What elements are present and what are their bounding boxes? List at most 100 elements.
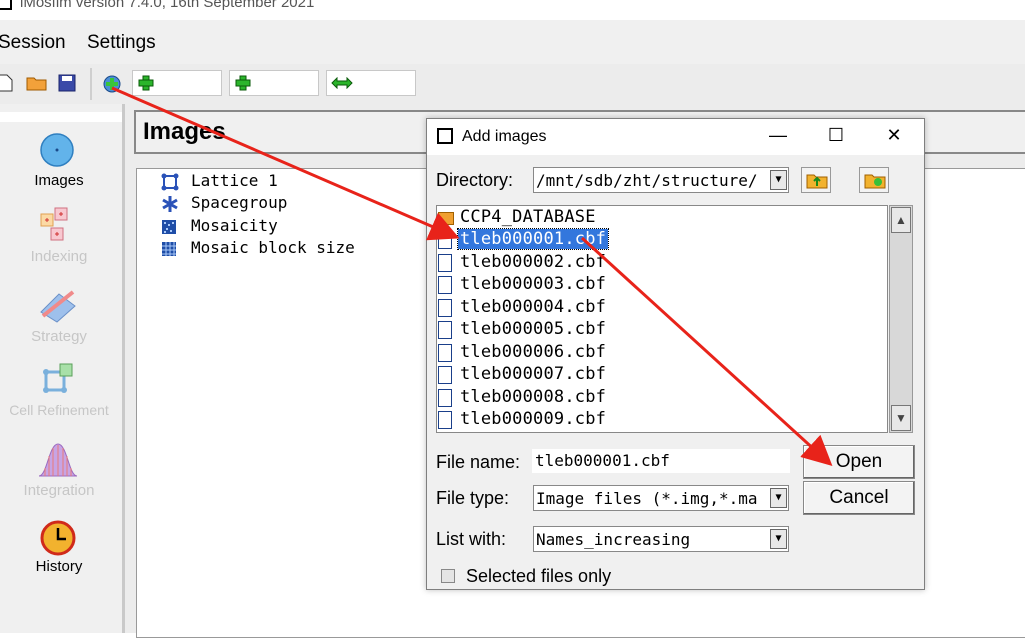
tree-label: Mosaic block size xyxy=(191,238,355,257)
toolbar xyxy=(0,64,1025,104)
add-images-dialog: Add images — ☐ ✕ Directory: /mnt/sdb/zht… xyxy=(426,118,925,590)
file-icon xyxy=(438,366,452,384)
list-with-select[interactable]: Names_increasing ▼ xyxy=(533,526,789,552)
file-type-select[interactable]: Image files (*.img,*.ma ▼ xyxy=(533,485,789,511)
add-images-icon[interactable] xyxy=(103,75,121,93)
file-name-input[interactable]: tleb000001.cbf xyxy=(532,449,790,473)
file-name: tleb000005.cbf xyxy=(460,319,607,339)
file-name: tleb000008.cbf xyxy=(460,387,607,407)
dialog-title-bar[interactable]: Add images — ☐ ✕ xyxy=(427,119,924,155)
selected-only-checkbox[interactable] xyxy=(441,569,455,583)
toolbar-separator xyxy=(90,68,92,100)
menu-settings[interactable]: Settings xyxy=(87,32,156,54)
new-folder-button[interactable] xyxy=(859,167,889,193)
mosaicity-icon xyxy=(162,220,176,234)
left-navigation-panel: Images Indexing Strategy Cell Refinement… xyxy=(0,104,125,633)
file-name: tleb000006.cbf xyxy=(460,342,607,362)
file-name-value: tleb000001.cbf xyxy=(535,451,670,470)
nav-label-integration: Integration xyxy=(23,482,95,499)
list-with-value: Names_increasing xyxy=(536,530,691,549)
asterisk-icon xyxy=(162,196,178,212)
file-name: tleb000009.cbf xyxy=(460,409,607,429)
tree-label: Spacegroup xyxy=(191,193,288,212)
app-logo-icon xyxy=(0,0,12,10)
dialog-logo-icon xyxy=(437,128,453,144)
grid-icon xyxy=(162,242,176,256)
chevron-down-icon[interactable]: ▼ xyxy=(770,170,787,190)
file-icon xyxy=(438,344,452,362)
selected-only-label: Selected files only xyxy=(466,566,612,586)
file-name: tleb000004.cbf xyxy=(460,297,607,317)
folder-up-icon xyxy=(806,174,828,189)
nav-label-cell-refinement: Cell Refinement xyxy=(9,402,109,418)
close-button[interactable]: ✕ xyxy=(879,125,909,146)
directory-select[interactable]: /mnt/sdb/zht/structure/ ▼ xyxy=(533,167,789,193)
file-type-value: Image files (*.img,*.ma xyxy=(536,489,758,508)
nav-label-history: History xyxy=(35,558,83,575)
file-name: tleb000003.cbf xyxy=(460,274,607,294)
cell-refinement-icon xyxy=(43,363,73,393)
folder-icon xyxy=(438,212,454,225)
swap-field[interactable] xyxy=(326,70,416,96)
circle-icon xyxy=(40,133,74,167)
open-folder-icon[interactable] xyxy=(26,74,48,92)
file-icon xyxy=(438,299,452,317)
cancel-button[interactable]: Cancel xyxy=(803,481,915,515)
integration-icon xyxy=(38,443,78,477)
add-spacegroup-icon xyxy=(235,75,251,91)
nav-item-images[interactable]: Images xyxy=(0,132,118,192)
nav-item-indexing[interactable]: Indexing xyxy=(0,206,118,266)
list-with-label: List with: xyxy=(436,529,507,549)
nav-label-indexing: Indexing xyxy=(30,248,88,265)
file-icon xyxy=(438,411,452,429)
app-title: iMosflm version 7.4.0, 16th September 20… xyxy=(20,0,315,11)
scroll-down-icon[interactable]: ▼ xyxy=(891,405,911,431)
tree-label: Lattice 1 xyxy=(191,171,278,190)
chevron-down-icon[interactable]: ▼ xyxy=(770,488,787,508)
maximize-button[interactable]: ☐ xyxy=(821,125,851,146)
file-list-scrollbar[interactable]: ▲ ▼ xyxy=(889,205,913,433)
new-folder-icon xyxy=(864,174,886,189)
menu-bar: Session Settings xyxy=(0,20,1025,65)
file-icon xyxy=(438,321,452,339)
file-icon xyxy=(438,276,452,294)
file-icon xyxy=(438,254,452,272)
file-icon xyxy=(438,231,452,249)
file-name: tleb000002.cbf xyxy=(460,252,607,272)
file-name-label: File name: xyxy=(436,452,521,472)
file-list[interactable]: CCP4_DATABASE tleb000001.cbf tleb000002.… xyxy=(436,205,888,433)
directory-value: /mnt/sdb/zht/structure/ xyxy=(536,171,758,190)
dialog-title: Add images xyxy=(462,128,547,145)
lattice-field[interactable] xyxy=(132,70,222,96)
chevron-down-icon[interactable]: ▼ xyxy=(770,529,787,549)
file-name: tleb000001.cbf xyxy=(456,228,610,250)
page-title: Images xyxy=(143,118,226,145)
minimize-button[interactable]: — xyxy=(763,125,793,146)
save-icon[interactable] xyxy=(58,74,76,92)
parent-directory-button[interactable] xyxy=(801,167,831,193)
add-lattice-icon xyxy=(138,75,154,91)
nav-item-integration[interactable]: Integration xyxy=(0,442,118,502)
tree-label: Mosaicity xyxy=(191,216,278,235)
file-icon xyxy=(438,389,452,407)
nav-item-history[interactable]: History xyxy=(0,520,118,580)
spacegroup-field[interactable] xyxy=(229,70,319,96)
directory-label: Directory: xyxy=(436,170,514,190)
app-title-bar: iMosflm version 7.4.0, 16th September 20… xyxy=(0,0,1025,20)
clock-icon xyxy=(40,520,76,556)
menu-session[interactable]: Session xyxy=(0,32,66,54)
nav-item-strategy[interactable]: Strategy xyxy=(0,286,118,346)
swap-arrows-icon xyxy=(331,77,353,89)
panel-top-strip xyxy=(0,112,122,122)
file-name: tleb000007.cbf xyxy=(460,364,607,384)
lattice-icon xyxy=(161,173,179,191)
nav-item-cell-refinement[interactable]: Cell Refinement xyxy=(0,362,118,422)
file-type-label: File type: xyxy=(436,488,510,508)
new-file-icon[interactable] xyxy=(0,74,14,92)
open-button[interactable]: Open xyxy=(803,445,915,479)
strategy-icon xyxy=(40,290,76,323)
scroll-up-icon[interactable]: ▲ xyxy=(891,207,911,233)
file-name: CCP4_DATABASE xyxy=(460,207,596,227)
nav-label-strategy: Strategy xyxy=(31,328,87,345)
nav-label-images: Images xyxy=(34,172,84,189)
